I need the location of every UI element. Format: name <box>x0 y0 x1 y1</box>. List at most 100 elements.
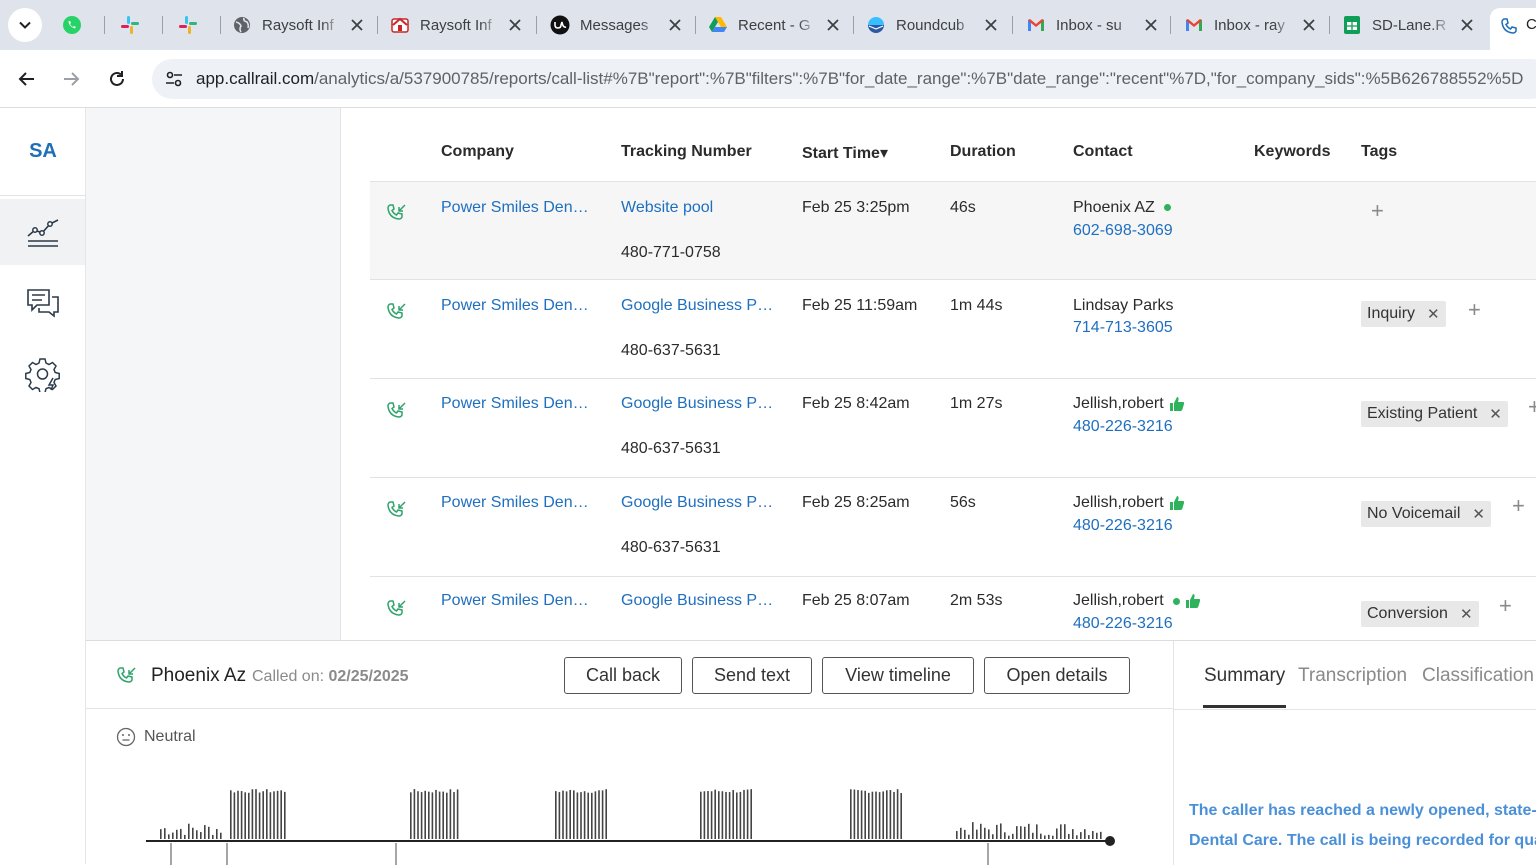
column-header-keywords[interactable]: Keywords <box>1254 143 1330 161</box>
browser-tab-roundcube[interactable]: Roundcub <box>866 8 1000 42</box>
waveform-bar <box>1076 835 1078 839</box>
contact-name-text: Jellish,robert <box>1073 494 1164 512</box>
call-back-button[interactable]: Call back <box>564 657 682 694</box>
contact-phone[interactable]: 480-226-3216 <box>1073 418 1173 436</box>
add-tag-button[interactable]: + <box>1528 394 1536 420</box>
duration: 46s <box>950 199 976 216</box>
close-icon[interactable] <box>666 16 684 34</box>
column-header-tags[interactable]: Tags <box>1361 143 1397 161</box>
contact-phone[interactable]: 480-226-3216 <box>1073 517 1173 535</box>
tab-transcription[interactable]: Transcription <box>1298 665 1407 687</box>
column-header-contact[interactable]: Contact <box>1073 143 1133 161</box>
tag-label: Existing Patient <box>1367 405 1478 422</box>
open-details-button[interactable]: Open details <box>984 657 1130 694</box>
tab-classification[interactable]: Classification <box>1422 665 1534 687</box>
call-list-table: Company Tracking Number Start Time▾ Dura… <box>370 108 1536 640</box>
browser-tab-google-drive[interactable]: Recent - G <box>708 8 842 42</box>
thumbs-up-icon <box>1186 594 1201 608</box>
audio-waveform[interactable] <box>144 787 1116 865</box>
sidebar-item-settings[interactable] <box>0 341 85 407</box>
callrail-icon <box>1500 16 1520 36</box>
company-link[interactable]: Power Smiles Den… <box>441 395 589 413</box>
tab-summary[interactable]: Summary <box>1204 665 1285 687</box>
remove-tag-icon[interactable]: ✕ <box>1460 605 1473 623</box>
google-sheets-icon <box>1342 15 1362 35</box>
arrow-right-icon <box>64 72 80 86</box>
remove-tag-icon[interactable]: ✕ <box>1427 305 1440 323</box>
contact-name: Jellish,robert <box>1073 494 1186 512</box>
waveform-bar <box>1056 828 1058 839</box>
add-tag-button[interactable]: + <box>1468 297 1481 323</box>
duration: 1m 27s <box>950 395 1003 412</box>
tracking-number: 480-637-5631 <box>621 539 721 556</box>
company-link[interactable]: Power Smiles Den… <box>441 592 589 610</box>
close-icon[interactable] <box>1142 16 1160 34</box>
sidebar-item-conversations[interactable] <box>0 270 85 336</box>
waveform-bar <box>746 789 749 839</box>
browser-tab-slack-1[interactable] <box>120 8 160 42</box>
source-link[interactable]: Website pool <box>621 199 713 217</box>
send-text-button[interactable]: Send text <box>692 657 812 694</box>
close-icon[interactable] <box>506 16 524 34</box>
sentiment-label: Neutral <box>144 728 196 745</box>
waveform-bar <box>276 790 279 839</box>
source-link[interactable]: Google Business P… <box>621 592 773 610</box>
close-icon[interactable] <box>1300 16 1318 34</box>
browser-tab-callrail-active[interactable]: C <box>1490 8 1536 50</box>
remove-tag-icon[interactable]: ✕ <box>1489 405 1502 423</box>
column-header-start-time[interactable]: Start Time▾ <box>802 143 888 163</box>
waveform-bar <box>258 792 261 839</box>
source-link[interactable]: Google Business P… <box>621 494 773 512</box>
table-row[interactable]: Power Smiles Den… Google Business P… 480… <box>370 281 1536 379</box>
waveform-bar <box>900 792 902 839</box>
browser-tab-gmail-2[interactable]: Inbox - ray <box>1184 8 1318 42</box>
company-link[interactable]: Power Smiles Den… <box>441 494 589 512</box>
waveform-bar <box>1100 831 1102 839</box>
table-row[interactable]: Power Smiles Den… Website pool 480-771-0… <box>370 182 1536 280</box>
company-link[interactable]: Power Smiles Den… <box>441 199 589 217</box>
contact-name: Phoenix AZ <box>1073 199 1171 217</box>
add-tag-button[interactable]: + <box>1499 593 1512 619</box>
table-row[interactable]: Power Smiles Den… Google Business P… 480… <box>370 380 1536 478</box>
add-tag-button[interactable]: + <box>1512 493 1525 519</box>
column-header-company[interactable]: Company <box>441 143 514 161</box>
source-link[interactable]: Google Business P… <box>621 297 773 315</box>
waveform-bar <box>446 792 448 839</box>
close-icon[interactable] <box>982 16 1000 34</box>
remove-tag-icon[interactable]: ✕ <box>1472 505 1485 523</box>
waveform-bar <box>580 792 582 839</box>
site-info-icon[interactable] <box>162 67 186 91</box>
browser-tab-gmail-1[interactable]: Inbox - su <box>1026 8 1160 42</box>
back-button[interactable] <box>10 62 44 96</box>
view-timeline-button[interactable]: View timeline <box>822 657 974 694</box>
browser-tab-google-sheets[interactable]: SD-Lane.R <box>1342 8 1476 42</box>
source-link[interactable]: Google Business P… <box>621 395 773 413</box>
table-row[interactable]: Power Smiles Den… Google Business P… Feb… <box>370 578 1536 640</box>
contact-phone[interactable]: 602-698-3069 <box>1073 222 1173 240</box>
company-link[interactable]: Power Smiles Den… <box>441 297 589 315</box>
table-row[interactable]: Power Smiles Den… Google Business P… 480… <box>370 479 1536 577</box>
add-tag-button[interactable]: + <box>1371 198 1384 224</box>
contact-phone[interactable]: 714-713-3605 <box>1073 319 1173 337</box>
close-icon[interactable] <box>348 16 366 34</box>
account-logo[interactable]: SA <box>0 140 86 163</box>
close-icon[interactable] <box>824 16 842 34</box>
browser-tab-whatsapp[interactable] <box>62 8 102 42</box>
browser-tab-raysoft-2[interactable]: Raysoft Inf <box>390 8 524 42</box>
close-icon[interactable] <box>1458 16 1476 34</box>
waveform-bar <box>591 792 593 839</box>
tab-search-button[interactable] <box>8 8 42 42</box>
forward-button[interactable] <box>54 62 88 96</box>
browser-tab-raysoft-1[interactable]: Raysoft Inf <box>232 8 366 42</box>
tracking-number: 480-637-5631 <box>621 440 721 457</box>
reload-button[interactable] <box>100 62 134 96</box>
browser-tab-messages[interactable]: Messages <box>550 8 684 42</box>
contact-phone[interactable]: 480-226-3216 <box>1073 615 1173 633</box>
column-header-tracking-number[interactable]: Tracking Number <box>621 143 752 161</box>
address-bar[interactable]: app.callrail.com/analytics/a/537900785/r… <box>152 59 1536 99</box>
waveform-bar <box>438 791 441 839</box>
sidebar-item-analytics[interactable] <box>0 199 85 265</box>
column-header-duration[interactable]: Duration <box>950 143 1016 161</box>
waveform-bar <box>1052 835 1054 839</box>
browser-tab-slack-2[interactable] <box>178 8 218 42</box>
